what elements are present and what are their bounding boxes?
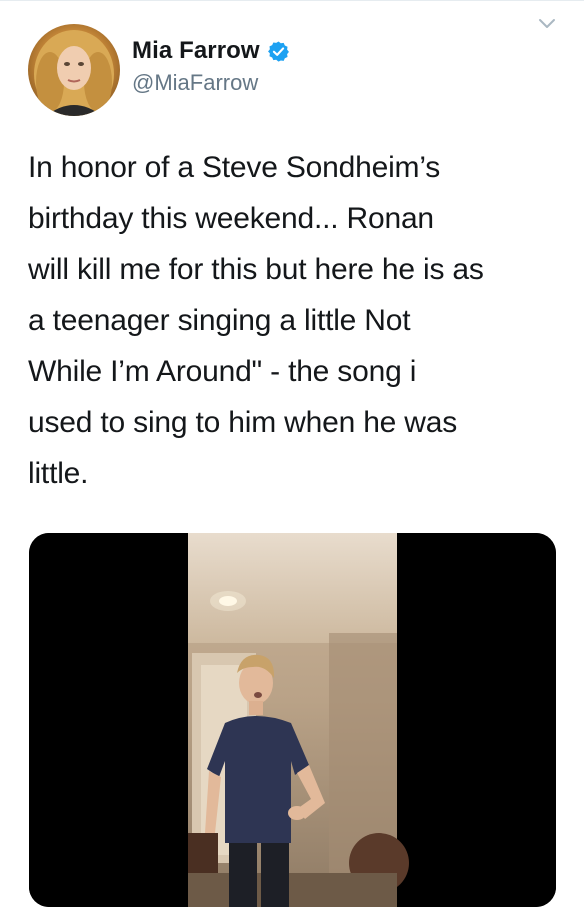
name-row: Mia Farrow <box>132 36 290 66</box>
tweet-text-line: While I’m Around" - the song i <box>28 355 417 388</box>
tweet-text-line: In honor of a Steve Sondheim’s <box>28 151 441 184</box>
verified-badge-icon <box>267 40 290 63</box>
avatar[interactable] <box>28 24 120 116</box>
tweet-text-line: used to sing to him when he was <box>28 406 458 439</box>
user-handle[interactable]: @MiaFarrow <box>132 70 290 96</box>
display-name[interactable]: Mia Farrow <box>132 37 260 65</box>
video-thumbnail[interactable] <box>29 533 556 907</box>
tweet-text-line: birthday this weekend... Ronan <box>28 202 434 235</box>
top-divider <box>0 0 584 1</box>
tweet-text-line: little. <box>28 457 89 490</box>
tweet-body: In honor of a Steve Sondheim’s birthday … <box>28 142 568 499</box>
tweet-text-line: a teenager singing a little Not <box>28 304 411 337</box>
tweet-text-line: will kill me for this but here he is as <box>28 253 484 286</box>
tweet-header: Mia Farrow @MiaFarrow <box>132 36 290 96</box>
chevron-down-icon[interactable] <box>537 14 557 34</box>
